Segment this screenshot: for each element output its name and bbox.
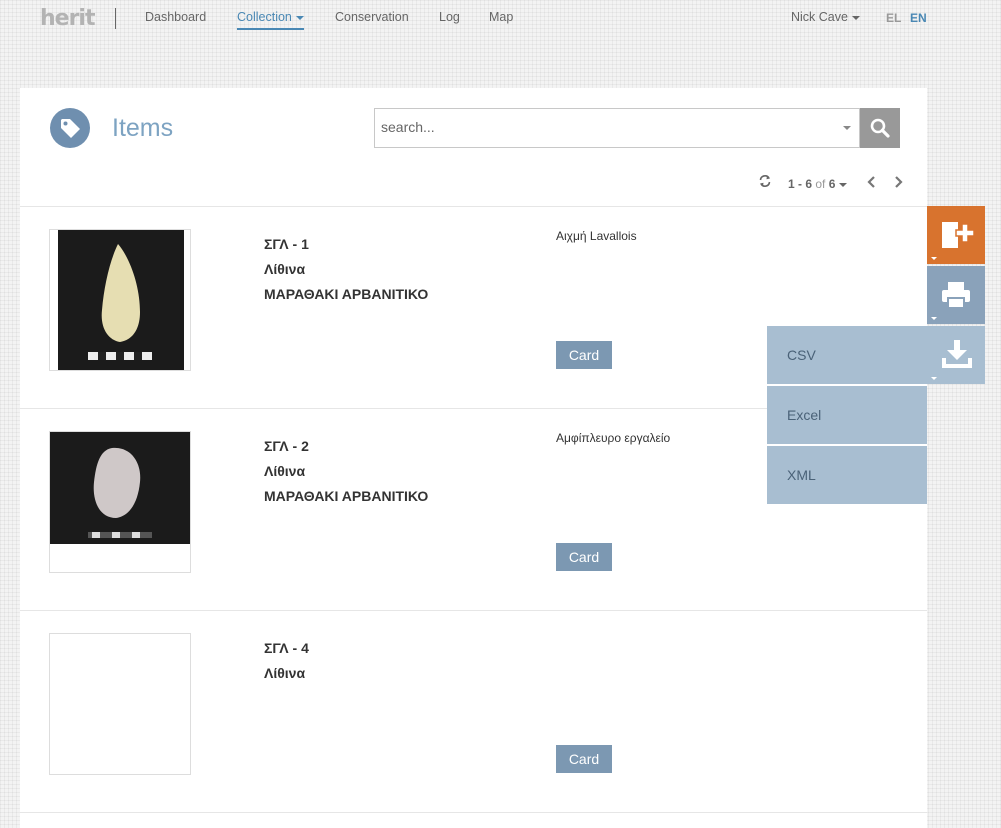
nav-collection[interactable]: Collection	[237, 10, 304, 30]
nav-log[interactable]: Log	[439, 10, 460, 24]
export-button[interactable]	[927, 326, 985, 384]
lang-el-link[interactable]: EL	[886, 11, 901, 25]
chevron-down-icon	[851, 15, 860, 20]
nav-map[interactable]: Map	[489, 10, 513, 24]
item-code[interactable]: ΣΓΛ - 2	[264, 434, 428, 459]
item-info: ΣΓΛ - 4 Λίθινα	[264, 636, 309, 686]
item-category: Λίθινα	[264, 665, 306, 681]
lang-en-link[interactable]: EN	[910, 11, 927, 25]
card-button[interactable]: Card	[556, 341, 612, 369]
pagination-range[interactable]: 1 - 6 of 6	[788, 177, 848, 191]
item-code[interactable]: ΣΓΛ - 1	[264, 232, 428, 257]
export-csv[interactable]: CSV	[767, 326, 927, 384]
item-thumbnail[interactable]	[49, 229, 191, 371]
item-site: ΜΑΡΑΘΑΚΙ ΑΡΒΑΝΙΤΙΚΟ	[264, 286, 429, 302]
add-button[interactable]	[927, 206, 985, 264]
divider	[20, 812, 927, 813]
search-icon	[870, 118, 890, 138]
pagination-total: 6	[828, 177, 836, 191]
search-input[interactable]	[375, 109, 827, 145]
export-excel[interactable]: Excel	[767, 386, 927, 444]
logo-divider	[115, 8, 116, 29]
tag-icon	[50, 108, 90, 148]
item-thumbnail[interactable]	[49, 431, 191, 573]
pagination-of: of	[815, 177, 826, 191]
search-button[interactable]	[860, 108, 900, 148]
pagination-range-value: 1 - 6	[788, 177, 813, 191]
chevron-right-icon[interactable]	[892, 175, 904, 189]
item-row: ΣΓΛ - 4 Λίθινα Card	[20, 611, 927, 813]
item-thumbnail[interactable]	[49, 633, 191, 775]
search-box[interactable]	[374, 108, 860, 148]
nav-collection-label: Collection	[237, 10, 292, 24]
item-description: Αιχμή Lavallois	[556, 229, 637, 243]
print-dropdown-icon	[931, 317, 937, 320]
export-dropdown-icon	[931, 377, 937, 380]
item-category: Λίθινα	[264, 463, 306, 479]
search-dropdown-icon[interactable]	[843, 126, 851, 130]
top-navbar: herit Dashboard Collection Conservation …	[0, 0, 1001, 36]
print-icon	[942, 282, 970, 309]
item-site: ΜΑΡΑΘΑΚΙ ΑΡΒΑΝΙΤΙΚΟ	[264, 488, 429, 504]
chevron-down-icon	[839, 182, 848, 187]
add-dropdown-icon	[931, 257, 937, 260]
item-description: Αμφίπλευρο εργαλείο	[556, 431, 671, 445]
refresh-icon[interactable]	[758, 174, 772, 188]
add-icon	[942, 222, 974, 248]
print-button[interactable]	[927, 266, 985, 324]
card-button[interactable]: Card	[556, 543, 612, 571]
user-menu[interactable]: Nick Cave	[791, 10, 860, 24]
page-title: Items	[112, 114, 174, 142]
download-icon	[942, 340, 972, 368]
nav-conservation[interactable]: Conservation	[335, 10, 409, 24]
chevron-down-icon	[295, 15, 304, 20]
card-button[interactable]: Card	[556, 745, 612, 773]
item-category: Λίθινα	[264, 261, 306, 277]
item-info: ΣΓΛ - 2 Λίθινα ΜΑΡΑΘΑΚΙ ΑΡΒΑΝΙΤΙΚΟ	[264, 434, 428, 509]
item-info: ΣΓΛ - 1 Λίθινα ΜΑΡΑΘΑΚΙ ΑΡΒΑΝΙΤΙΚΟ	[264, 232, 428, 307]
nav-dashboard[interactable]: Dashboard	[145, 10, 206, 24]
item-code[interactable]: ΣΓΛ - 4	[264, 636, 309, 661]
app-logo[interactable]: herit	[40, 6, 95, 31]
chevron-left-icon[interactable]	[866, 175, 878, 189]
export-xml[interactable]: XML	[767, 446, 927, 504]
user-name: Nick Cave	[791, 10, 848, 24]
